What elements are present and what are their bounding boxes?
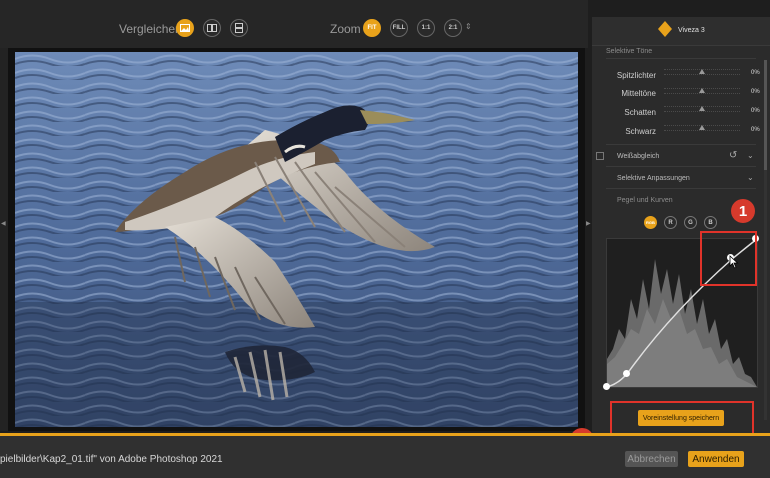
tone-label-black: Schwarz	[625, 127, 656, 136]
compare-split-button[interactable]	[176, 19, 194, 37]
side-by-side-icon	[207, 24, 217, 32]
black-value: 0%	[751, 127, 760, 133]
channel-rgb-button[interactable]: RGB	[644, 216, 657, 229]
levels-curves-label: Pegel und Kurven	[617, 197, 673, 204]
zoom-1-1-button[interactable]: 1:1	[417, 19, 435, 37]
white-balance-checkbox[interactable]	[596, 152, 604, 160]
shadows-value: 0%	[751, 108, 760, 114]
selective-tones-title: Selektive Töne	[606, 48, 653, 55]
zoom-fill-button[interactable]: FILL	[390, 19, 408, 37]
tone-label-highlights: Spitzlichter	[616, 71, 656, 80]
callout-1-badge: 1	[731, 199, 755, 223]
divider	[606, 166, 756, 167]
chevron-down-icon[interactable]: ⌄	[747, 173, 754, 182]
channel-g-button[interactable]: G	[684, 216, 697, 229]
compare-stacked-button[interactable]	[230, 19, 248, 37]
reset-icon[interactable]: ↺	[729, 150, 737, 161]
apply-button[interactable]: Anwenden	[688, 451, 744, 467]
left-panel-edge	[0, 48, 8, 431]
compare-side-by-side-button[interactable]	[203, 19, 221, 37]
callout-1-highlight-box	[700, 231, 757, 286]
stacked-icon	[235, 23, 243, 33]
cancel-button[interactable]: Abbrechen	[625, 451, 678, 467]
duck-photo	[15, 52, 578, 427]
compare-label: Vergleichen	[119, 22, 182, 36]
divider	[606, 144, 756, 145]
viveza-logo-icon	[658, 21, 672, 37]
status-text: pielbilder\Kap2_01.tif" von Adobe Photos…	[0, 454, 223, 465]
highlights-value: 0%	[751, 70, 760, 76]
zoom-label: Zoom	[330, 22, 361, 36]
image-icon	[180, 24, 190, 32]
panel-scrollbar-thumb[interactable]	[764, 60, 767, 170]
curve-point-shadow[interactable]	[623, 370, 630, 377]
divider	[606, 188, 756, 189]
selective-adjustments-label[interactable]: Selektive Anpassungen	[617, 175, 690, 182]
chevron-down-icon[interactable]: ⌄	[747, 151, 754, 160]
zoom-stepper-icon[interactable]: ⇕	[465, 22, 472, 31]
expand-left-icon[interactable]: ◀	[1, 220, 6, 227]
top-toolbar	[0, 0, 588, 48]
curve-point-black[interactable]	[603, 383, 610, 390]
zoom-2-1-button[interactable]: 2:1	[444, 19, 462, 37]
highlights-slider-thumb[interactable]	[699, 69, 705, 74]
channel-b-button[interactable]: B	[704, 216, 717, 229]
collapse-panel-icon[interactable]: ▶	[586, 220, 591, 227]
white-balance-label[interactable]: Weißabgleich	[617, 153, 659, 160]
divider	[606, 58, 756, 59]
zoom-fit-button[interactable]: FIT	[363, 19, 381, 37]
midtones-slider-thumb[interactable]	[699, 88, 705, 93]
channel-r-button[interactable]: R	[664, 216, 677, 229]
midtones-value: 0%	[751, 89, 760, 95]
tone-label-shadows: Schatten	[624, 108, 656, 117]
tone-label-midtones: Mitteltöne	[621, 89, 656, 98]
black-slider-thumb[interactable]	[699, 125, 705, 130]
preview-image[interactable]	[15, 52, 578, 427]
shadows-slider-thumb[interactable]	[699, 106, 705, 111]
app-name: Viveza 3	[678, 27, 705, 34]
